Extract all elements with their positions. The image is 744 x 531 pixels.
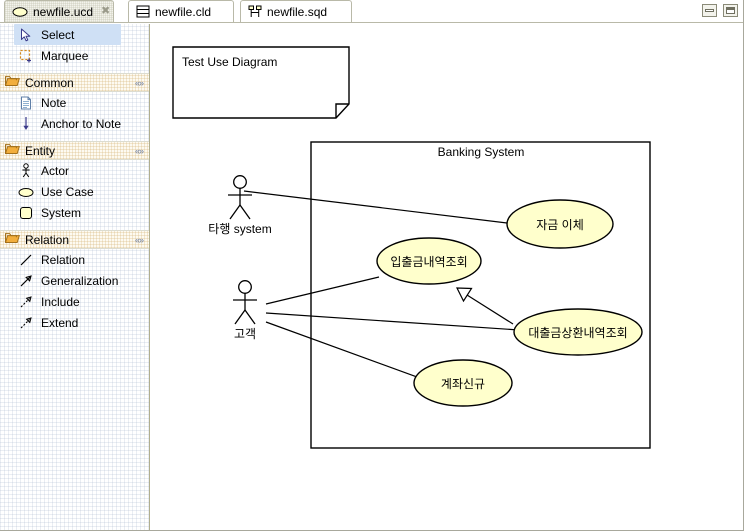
close-icon[interactable]: ✖ [101, 6, 110, 17]
view-control-buttons [702, 4, 738, 17]
uml-use-case-editor-window: newfile.ucd ✖ newfile.cld [0, 0, 744, 531]
palette-item-include[interactable]: Include [0, 291, 149, 312]
tab-label: newfile.ucd [33, 5, 93, 19]
actor-label: 타행 system [208, 221, 271, 236]
chevron-collapse-icon[interactable]: «» [135, 146, 143, 156]
palette-tool-label: Marquee [41, 49, 88, 63]
actor-shape[interactable]: 고객 [233, 281, 257, 341]
editor-tab-bar: newfile.ucd ✖ newfile.cld [0, 0, 744, 24]
palette-group-relation[interactable]: Relation «» [0, 230, 149, 249]
palette-group-label: Common [25, 76, 74, 90]
palette-item-label: Use Case [41, 185, 94, 199]
palette-item-label: Relation [41, 253, 85, 267]
palette-item-label: Actor [41, 164, 69, 178]
palette-group-label: Entity [25, 144, 55, 158]
palette-tool-label: Select [41, 28, 74, 42]
association-line[interactable] [266, 313, 519, 330]
system-boundary-icon [18, 205, 34, 221]
palette-item-label: Note [41, 96, 66, 110]
association-line[interactable] [266, 277, 379, 304]
tab-label: newfile.sqd [267, 5, 327, 19]
include-dashed-arrow-icon [18, 294, 34, 310]
generalization-arrowhead [457, 288, 472, 301]
folder-icon [5, 232, 20, 247]
generalization-relation[interactable] [457, 288, 513, 324]
palette-tool-select[interactable]: Select [14, 24, 121, 45]
maximize-view-button[interactable] [723, 4, 738, 17]
actor-label: 고객 [234, 327, 256, 341]
actor-shape[interactable]: 타행 system [208, 176, 271, 236]
palette-item-system[interactable]: System [0, 202, 149, 223]
use-case-label: 자금 이체 [536, 218, 584, 232]
system-boundary-title: Banking System [438, 145, 525, 159]
palette-tool-marquee[interactable]: Marquee [0, 45, 149, 66]
marquee-select-icon [18, 48, 34, 64]
sequence-diagram-icon [248, 5, 262, 18]
chevron-collapse-icon[interactable]: «» [135, 78, 143, 88]
minimize-view-button[interactable] [702, 4, 717, 17]
generalization-arrow-icon [18, 273, 34, 289]
note-shape[interactable]: Test Use Diagram [173, 47, 349, 118]
palette-item-label: Anchor to Note [41, 117, 121, 131]
use-case-label: 계좌신규 [441, 377, 485, 391]
palette-item-label: Generalization [41, 274, 118, 288]
class-diagram-icon [136, 5, 150, 18]
tab-newfile-cld[interactable]: newfile.cld [128, 0, 234, 22]
chevron-collapse-icon[interactable]: «» [135, 235, 143, 245]
association-line[interactable] [266, 322, 439, 385]
palette-group-entity[interactable]: Entity «» [0, 141, 149, 160]
palette-item-label: Include [41, 295, 80, 309]
palette-item-use-case[interactable]: Use Case [0, 181, 149, 202]
tab-bar-underline [0, 22, 744, 23]
palette-item-relation[interactable]: Relation [0, 249, 149, 270]
use-case-label: 입출금내역조회 [390, 255, 467, 269]
palette-item-generalization[interactable]: Generalization [0, 270, 149, 291]
use-case-shape[interactable]: 입출금내역조회 [377, 238, 481, 284]
extend-dashed-arrow-icon [18, 315, 34, 331]
palette-item-extend[interactable]: Extend [0, 312, 149, 333]
palette-item-actor[interactable]: Actor [0, 160, 149, 181]
note-text: Test Use Diagram [182, 55, 277, 69]
anchor-to-note-icon [18, 116, 34, 132]
use-case-ellipse-icon [18, 184, 34, 200]
tab-label: newfile.cld [155, 5, 211, 19]
cursor-arrow-icon [18, 27, 34, 43]
association-lines [244, 191, 519, 385]
line-icon [18, 252, 34, 268]
palette-group-common[interactable]: Common «» [0, 73, 149, 92]
palette-item-label: Extend [41, 316, 78, 330]
palette-group-label: Relation [25, 233, 69, 247]
use-case-shape[interactable]: 자금 이체 [507, 200, 613, 248]
tab-newfile-ucd[interactable]: newfile.ucd ✖ [4, 0, 114, 22]
tab-newfile-sqd[interactable]: newfile.sqd [240, 0, 352, 22]
use-case-label: 대출금상환내역조회 [528, 326, 627, 340]
diagram-canvas[interactable]: Test Use Diagram Banking System [151, 25, 744, 531]
use-case-ellipse-icon [12, 6, 28, 18]
palette-item-anchor-to-note[interactable]: Anchor to Note [0, 113, 149, 134]
tool-palette: Select Marquee Common «» [0, 24, 150, 531]
actor-stick-figure-icon [18, 163, 34, 179]
palette-item-note[interactable]: Note [0, 92, 149, 113]
folder-icon [5, 143, 20, 158]
note-icon [18, 95, 34, 111]
palette-item-label: System [41, 206, 81, 220]
folder-icon [5, 75, 20, 90]
association-line[interactable] [244, 191, 507, 223]
use-case-shape[interactable]: 대출금상환내역조회 [514, 309, 642, 355]
use-case-shape[interactable]: 계좌신규 [414, 360, 512, 406]
